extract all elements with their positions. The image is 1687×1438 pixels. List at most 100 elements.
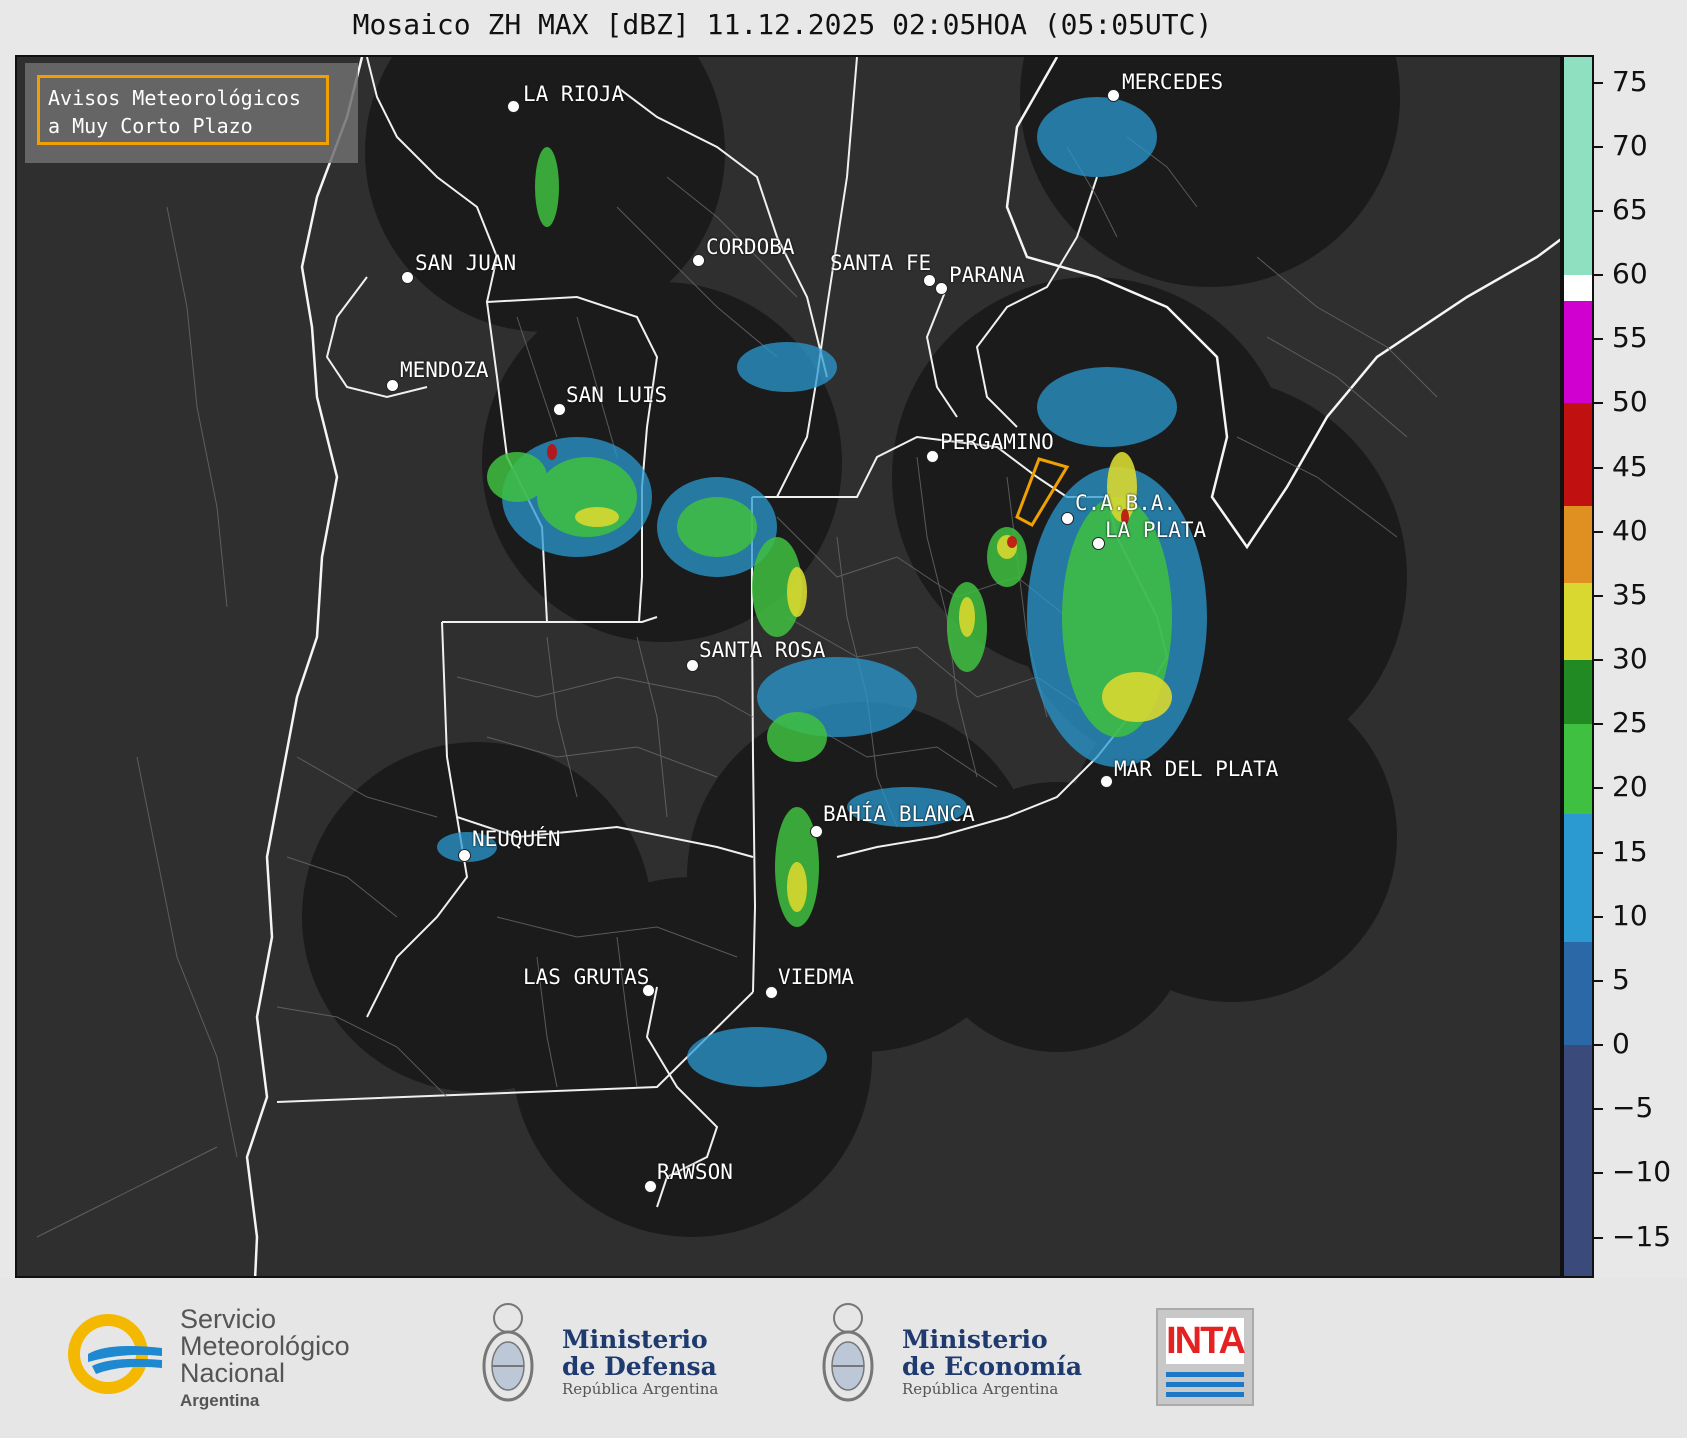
colorbar-tick-mark xyxy=(1594,1044,1603,1047)
colorbar-tick-mark xyxy=(1594,1236,1603,1239)
city-label-caba: C.A.B.A. xyxy=(1075,491,1177,515)
city-dot-caba[interactable] xyxy=(1061,512,1074,525)
colorbar-segment xyxy=(1564,403,1592,507)
colorbar-tick-mark xyxy=(1594,594,1603,597)
colorbar-segment xyxy=(1564,506,1592,584)
footer-logos: Servicio Meteorológico Nacional Argentin… xyxy=(0,1278,1687,1438)
city-label-viedma: VIEDMA xyxy=(778,965,854,989)
colorbar-tick-label: 60 xyxy=(1612,257,1648,291)
city-label-pergamino: PERGAMINO xyxy=(940,430,1054,454)
colorbar-tick-mark xyxy=(1594,723,1603,726)
city-dot-santa-fe[interactable] xyxy=(923,274,936,287)
economia-line-2: de Economía xyxy=(902,1352,1083,1381)
colorbar-tick-label: 55 xyxy=(1612,321,1648,355)
colorbar-tick-label: 70 xyxy=(1612,128,1648,162)
inta-logo[interactable]: INTA xyxy=(1156,1308,1254,1406)
inta-text: INTA xyxy=(1166,1318,1246,1364)
colorbar xyxy=(1562,55,1594,1278)
economia-logo[interactable] xyxy=(818,1296,878,1415)
colorbar-tick-mark xyxy=(1594,851,1603,854)
city-label-neuquen: NEUQUÉN xyxy=(472,827,561,851)
city-dot-san-juan[interactable] xyxy=(401,271,414,284)
smn-line-4: Argentina xyxy=(180,1391,260,1410)
city-dot-viedma[interactable] xyxy=(765,986,778,999)
colorbar-tick-label: 65 xyxy=(1612,192,1648,226)
city-label-parana: PARANA xyxy=(949,263,1025,287)
smn-line-3: Nacional xyxy=(180,1358,286,1388)
colorbar-tick-mark xyxy=(1594,1172,1603,1175)
colorbar-tick-label: 35 xyxy=(1612,577,1648,611)
city-dot-mar-del-plata[interactable] xyxy=(1100,775,1113,788)
city-label-santa-rosa: SANTA ROSA xyxy=(699,638,826,662)
colorbar-tick-label: 20 xyxy=(1612,770,1648,804)
city-label-las-grutas: LAS GRUTAS xyxy=(523,965,650,989)
defensa-line-3: República Argentina xyxy=(562,1380,719,1398)
warning-line-2: a Muy Corto Plazo xyxy=(48,114,253,138)
coat-of-arms-icon xyxy=(482,1303,534,1402)
colorbar-segment xyxy=(1564,583,1592,661)
city-label-mercedes: MERCEDES xyxy=(1122,70,1224,94)
city-dot-mercedes[interactable] xyxy=(1107,89,1120,102)
colorbar-segment xyxy=(1564,660,1592,725)
colorbar-tick-label: 50 xyxy=(1612,385,1648,419)
colorbar-tick-label: −10 xyxy=(1612,1155,1672,1189)
city-label-bahia-blanca: BAHÍA BLANCA xyxy=(823,802,975,826)
economia-text: Ministerio de Economía República Argenti… xyxy=(902,1326,1082,1398)
city-dot-parana[interactable] xyxy=(935,282,948,295)
city-dot-cordoba[interactable] xyxy=(692,254,705,267)
colorbar-tick-mark xyxy=(1594,466,1603,469)
radar-map[interactable]: Avisos Meteorológicos a Muy Corto Plazo … xyxy=(15,55,1562,1278)
city-dot-la-rioja[interactable] xyxy=(507,100,520,113)
colorbar-tick-label: 10 xyxy=(1612,898,1648,932)
coat-of-arms-icon xyxy=(822,1303,874,1402)
city-dot-santa-rosa[interactable] xyxy=(686,659,699,672)
city-label-santa-fe: SANTA FE xyxy=(830,251,932,275)
smn-name: Servicio Meteorológico Nacional Argentin… xyxy=(180,1306,350,1414)
colorbar-tick-label: 0 xyxy=(1612,1027,1630,1061)
city-dot-bahia-blanca[interactable] xyxy=(810,825,823,838)
colorbar-tick-label: 45 xyxy=(1612,449,1648,483)
city-dot-san-luis[interactable] xyxy=(553,403,566,416)
colorbar-tick-mark xyxy=(1594,787,1603,790)
city-dot-mendoza[interactable] xyxy=(386,379,399,392)
colorbar-tick-mark xyxy=(1594,915,1603,918)
city-label-cordoba: CORDOBA xyxy=(706,235,795,259)
colorbar-segment xyxy=(1564,814,1592,943)
inta-stripe xyxy=(1166,1392,1244,1397)
city-label-la-plata: LA PLATA xyxy=(1105,518,1207,542)
city-label-la-rioja: LA RIOJA xyxy=(523,82,625,106)
smn-emblem-icon xyxy=(68,1314,162,1394)
smn-logo[interactable] xyxy=(62,1308,162,1404)
defensa-logo[interactable] xyxy=(478,1296,538,1415)
defensa-text: Ministerio de Defensa República Argentin… xyxy=(562,1326,718,1398)
city-dot-pergamino[interactable] xyxy=(926,450,939,463)
city-dot-rawson[interactable] xyxy=(644,1180,657,1193)
colorbar-tick-label: 75 xyxy=(1612,64,1648,98)
colorbar-segment xyxy=(1564,724,1592,815)
colorbar-tick-mark xyxy=(1594,979,1603,982)
colorbar-segment xyxy=(1564,275,1592,301)
warning-line-1: Avisos Meteorológicos xyxy=(48,86,301,110)
colorbar-segment xyxy=(1564,300,1592,404)
colorbar-tick-mark xyxy=(1594,81,1603,84)
city-label-rawson: RAWSON xyxy=(657,1160,733,1184)
colorbar-tick-label: −15 xyxy=(1612,1219,1672,1253)
defensa-line-1: Ministerio xyxy=(562,1325,708,1354)
colorbar-tick-mark xyxy=(1594,274,1603,277)
colorbar-tick-label: 30 xyxy=(1612,642,1648,676)
colorbar-segment xyxy=(1564,942,1592,1046)
defensa-line-2: de Defensa xyxy=(562,1352,717,1381)
colorbar-tick-mark xyxy=(1594,209,1603,212)
colorbar-tick-mark xyxy=(1594,1108,1603,1111)
warning-label[interactable]: Avisos Meteorológicos a Muy Corto Plazo xyxy=(37,75,329,145)
colorbar-tick-label: 25 xyxy=(1612,706,1648,740)
colorbar-tick-label: 40 xyxy=(1612,513,1648,547)
colorbar-tick-label: −5 xyxy=(1612,1091,1654,1125)
inta-stripe xyxy=(1166,1382,1244,1387)
city-dot-la-plata[interactable] xyxy=(1092,537,1105,550)
colorbar-tick-label: 15 xyxy=(1612,834,1648,868)
city-dot-neuquen[interactable] xyxy=(458,849,471,862)
economia-line-1: Ministerio xyxy=(902,1325,1048,1354)
colorbar-segment xyxy=(1564,57,1592,276)
colorbar-tick-mark xyxy=(1594,338,1603,341)
